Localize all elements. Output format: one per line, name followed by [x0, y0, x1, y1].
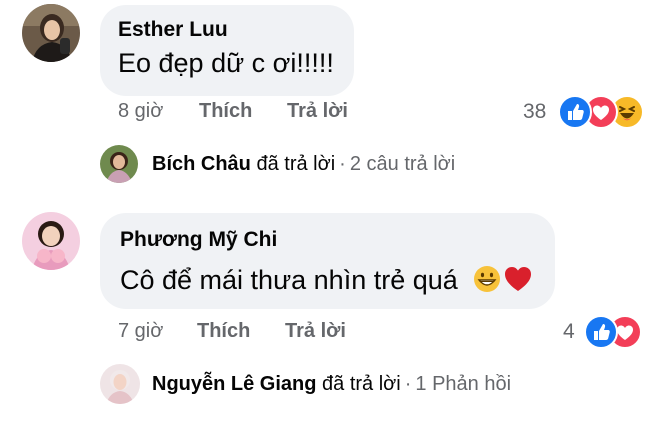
replier-name: Bích Châu [152, 153, 251, 175]
comment-author[interactable]: Esther Luu [118, 18, 228, 42]
avatar[interactable] [22, 4, 80, 62]
comment-author[interactable]: Phương Mỹ Chi [120, 228, 277, 252]
reaction-count: 38 [523, 100, 547, 123]
comment-text: Cô để mái thưa nhìn trẻ quá [120, 265, 458, 295]
like-button[interactable]: Thích [197, 320, 250, 343]
reply-button[interactable]: Trả lời [287, 100, 348, 123]
comment-time[interactable]: 8 giờ [118, 100, 163, 123]
view-replies-link[interactable]: Bích Châu đã trả lời · 2 câu trả lời [152, 153, 455, 176]
avatar[interactable] [100, 145, 138, 183]
reply-button[interactable]: Trả lời [285, 320, 346, 343]
avatar[interactable] [22, 212, 80, 270]
red-heart-emoji [503, 265, 533, 293]
comment-text: Eo đẹp dữ c ơi!!!!! [118, 48, 334, 78]
like-button[interactable]: Thích [199, 100, 252, 123]
replied-label: đã trả lời [322, 373, 401, 395]
like-icon [584, 315, 618, 349]
grin-emoji [473, 265, 501, 293]
replied-label: đã trả lời [256, 153, 336, 175]
separator-dot: · [339, 153, 346, 175]
reply-count: 1 Phản hồi [415, 373, 512, 395]
reply-count: 2 câu trả lời [349, 153, 456, 175]
comment-time[interactable]: 7 giờ [118, 320, 163, 343]
replier-name: Nguyễn Lê Giang [152, 373, 317, 395]
avatar[interactable] [100, 364, 140, 404]
like-icon [558, 95, 592, 129]
reaction-count: 4 [563, 320, 575, 343]
separator-dot: · [404, 373, 412, 395]
view-replies-link[interactable]: Nguyễn Lê Giang đã trả lời · 1 Phản hồi [152, 373, 511, 396]
comment-text-row: Cô để mái thưa nhìn trẻ quá [120, 265, 533, 296]
